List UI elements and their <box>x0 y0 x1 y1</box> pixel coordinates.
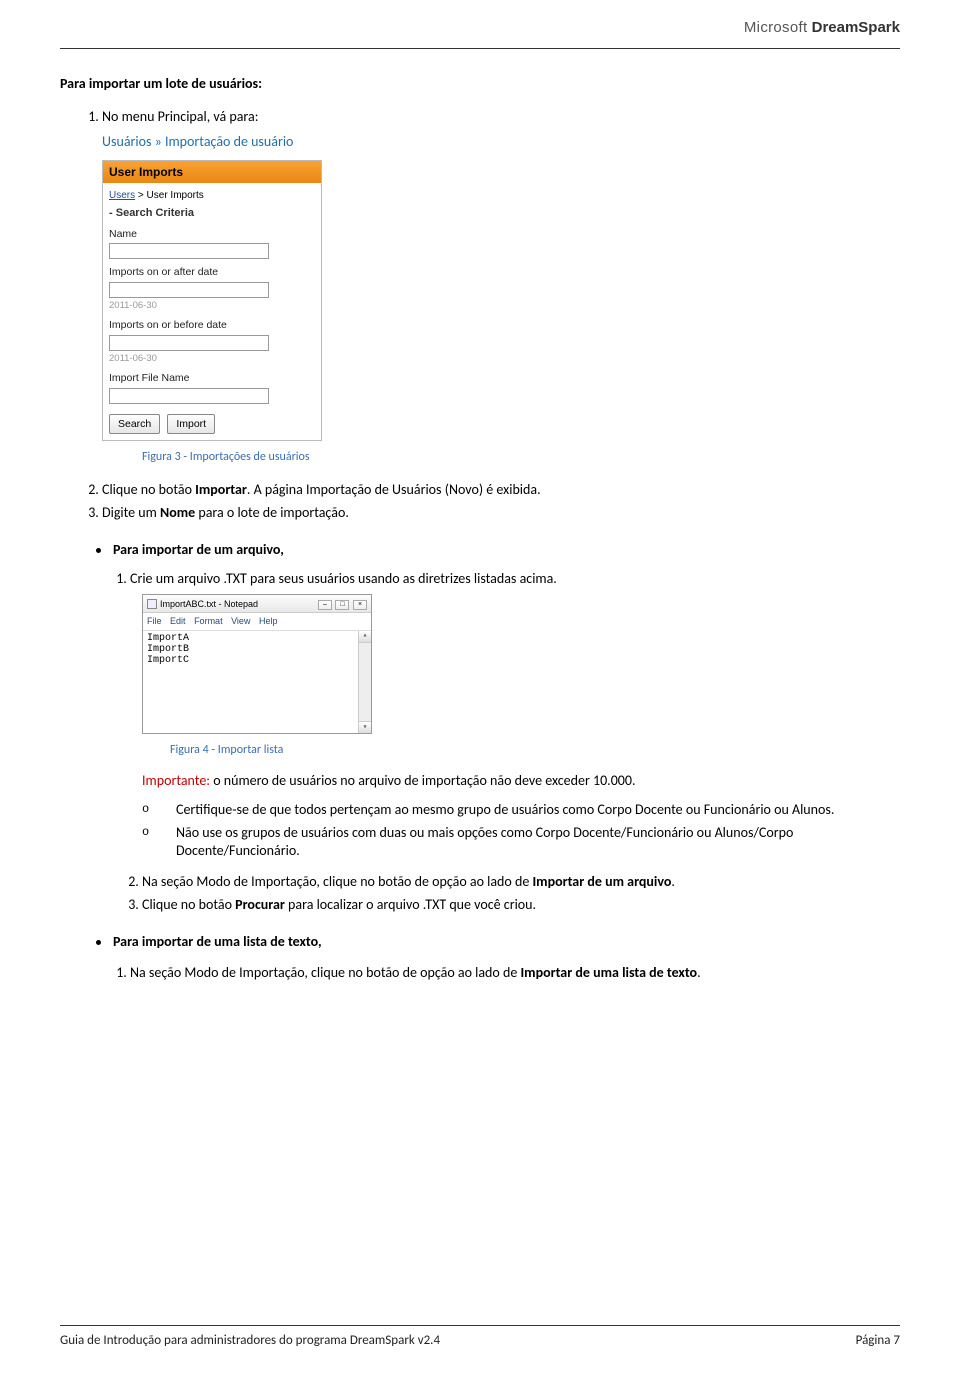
after-date-input[interactable] <box>109 282 269 298</box>
window-controls: – □ × <box>317 597 367 610</box>
bullet-textlist-label: Para importar de uma lista de texto, <box>113 933 322 950</box>
import-button[interactable]: Import <box>167 414 215 434</box>
search-criteria-heading: - Search Criteria <box>109 206 315 221</box>
main-steps: No menu Principal, vá para: <box>102 108 900 127</box>
file-step-3: Clique no botão Procurar para localizar … <box>142 896 900 915</box>
breadcrumb-sep: > <box>135 190 146 201</box>
scroll-up-icon[interactable]: ▴ <box>359 631 371 643</box>
breadcrumb-current: User Imports <box>147 190 204 201</box>
menu-file[interactable]: File <box>147 616 162 626</box>
np-line-3: ImportC <box>147 655 369 666</box>
breadcrumb-users-link[interactable]: Users <box>109 190 135 201</box>
step3-bold: Nome <box>160 504 195 521</box>
steps-2-3: Clique no botão Importar. A página Impor… <box>102 481 900 523</box>
np-line-2: ImportB <box>147 644 369 655</box>
date-hint-1: 2011-06-30 <box>109 300 315 313</box>
search-button[interactable]: Search <box>109 414 160 434</box>
footer-rule <box>60 1325 900 1326</box>
bullet-dot-icon-2 <box>96 940 101 945</box>
fs2-post: . <box>671 873 675 890</box>
window-body: Users > User Imports - Search Criteria N… <box>103 183 321 440</box>
important-text: o número de usuários no arquivo de impor… <box>210 772 636 789</box>
bullet-import-textlist: Para importar de uma lista de texto, <box>96 933 900 952</box>
before-date-input[interactable] <box>109 335 269 351</box>
breadcrumb: Users > User Imports <box>109 189 315 203</box>
final-post: . <box>697 964 701 981</box>
step-1: No menu Principal, vá para: <box>102 108 900 127</box>
important-note: Importante: o número de usuários no arqu… <box>142 772 900 791</box>
fs3-post: para localizar o arquivo .TXT que você c… <box>285 896 536 913</box>
label-before-date: Imports on or before date <box>109 318 315 332</box>
sub-note-2: Não use os grupos de usuários com duas o… <box>142 824 900 862</box>
notepad-window: ImportABC.txt - Notepad – □ × File Edit … <box>142 594 372 733</box>
step-3: Digite um Nome para o lote de importação… <box>102 504 900 523</box>
menu-help[interactable]: Help <box>259 616 278 626</box>
minimize-button[interactable]: – <box>318 600 332 610</box>
bullet-dot-icon <box>96 548 101 553</box>
window-titlebar: User Imports <box>103 161 321 183</box>
page-content: Para importar um lote de usuários: No me… <box>60 75 900 983</box>
fs3-bold: Procurar <box>235 896 285 913</box>
document-icon <box>147 599 157 609</box>
file-import-steps: Crie um arquivo .TXT para seus usuários … <box>130 570 900 589</box>
fs2-pre: Na seção Modo de Importação, clique no b… <box>142 873 532 890</box>
user-imports-window: User Imports Users > User Imports - Sear… <box>102 160 322 441</box>
textlist-steps: Na seção Modo de Importação, clique no b… <box>130 964 900 983</box>
crie-step: Crie um arquivo .TXT para seus usuários … <box>130 570 900 589</box>
button-row: Search Import <box>109 414 315 434</box>
label-file-name: Import File Name <box>109 371 315 385</box>
fs3-pre: Clique no botão <box>142 896 235 913</box>
label-name: Name <box>109 227 315 241</box>
date-hint-2: 2011-06-30 <box>109 353 315 366</box>
step3-pre: Digite um <box>102 504 160 521</box>
step-2-bold: Importar <box>195 481 247 498</box>
notepad-titlebar: ImportABC.txt - Notepad – □ × <box>143 595 371 613</box>
step-2: Clique no botão Importar. A página Impor… <box>102 481 900 500</box>
figure-3-caption: Figura 3 - Importações de usuários <box>142 449 900 465</box>
brand-part1: Microsoft <box>744 19 808 36</box>
menu-format[interactable]: Format <box>194 616 223 626</box>
footer-left: Guia de Introdução para administradores … <box>60 1332 440 1350</box>
final-bold: Importar de uma lista de texto <box>520 964 697 981</box>
label-after-date: Imports on or after date <box>109 265 315 279</box>
notepad-title-text: ImportABC.txt - Notepad <box>160 598 258 610</box>
header-rule <box>60 48 900 49</box>
notepad-textarea[interactable]: ImportA ImportB ImportC ▴ ▾ <box>143 631 371 733</box>
close-button[interactable]: × <box>353 600 367 610</box>
textlist-step-1: Na seção Modo de Importação, clique no b… <box>130 964 900 983</box>
np-line-1: ImportA <box>147 633 369 644</box>
notepad-menu: File Edit Format View Help <box>143 613 371 630</box>
brand-header: Microsoft DreamSpark <box>744 18 900 38</box>
file-step-2: Na seção Modo de Importação, clique no b… <box>142 873 900 892</box>
bullet-import-file: Para importar de um arquivo, <box>96 541 900 560</box>
figure-4-caption: Figura 4 - Importar lista <box>170 742 900 758</box>
section-title: Para importar um lote de usuários: <box>60 75 900 94</box>
sub-note-1: Certifique-se de que todos pertençam ao … <box>142 801 900 820</box>
search-criteria-text: Search Criteria <box>116 207 194 219</box>
bullet-import-file-label: Para importar de um arquivo, <box>113 541 284 558</box>
fs2-bold: Importar de um arquivo <box>532 873 671 890</box>
menu-edit[interactable]: Edit <box>170 616 186 626</box>
maximize-button[interactable]: □ <box>335 600 349 610</box>
name-input[interactable] <box>109 243 269 259</box>
notepad-title-group: ImportABC.txt - Notepad <box>147 598 258 610</box>
brand-part2: DreamSpark <box>812 19 900 36</box>
file-steps-2-3: Na seção Modo de Importação, clique no b… <box>142 873 900 915</box>
menu-view[interactable]: View <box>231 616 250 626</box>
filename-input[interactable] <box>109 388 269 404</box>
sub-notes-list: Certifique-se de que todos pertençam ao … <box>142 801 900 862</box>
page-footer: Guia de Introdução para administradores … <box>60 1332 900 1350</box>
important-label: Importante: <box>142 772 210 789</box>
step3-post: para o lote de importação. <box>195 504 349 521</box>
final-pre: Na seção Modo de Importação, clique no b… <box>130 964 520 981</box>
scrollbar[interactable]: ▴ ▾ <box>358 631 371 733</box>
nav-path-link[interactable]: Usuários » Importação de usuário <box>102 133 900 152</box>
footer-right: Página 7 <box>856 1332 900 1350</box>
scroll-down-icon[interactable]: ▾ <box>359 721 371 733</box>
